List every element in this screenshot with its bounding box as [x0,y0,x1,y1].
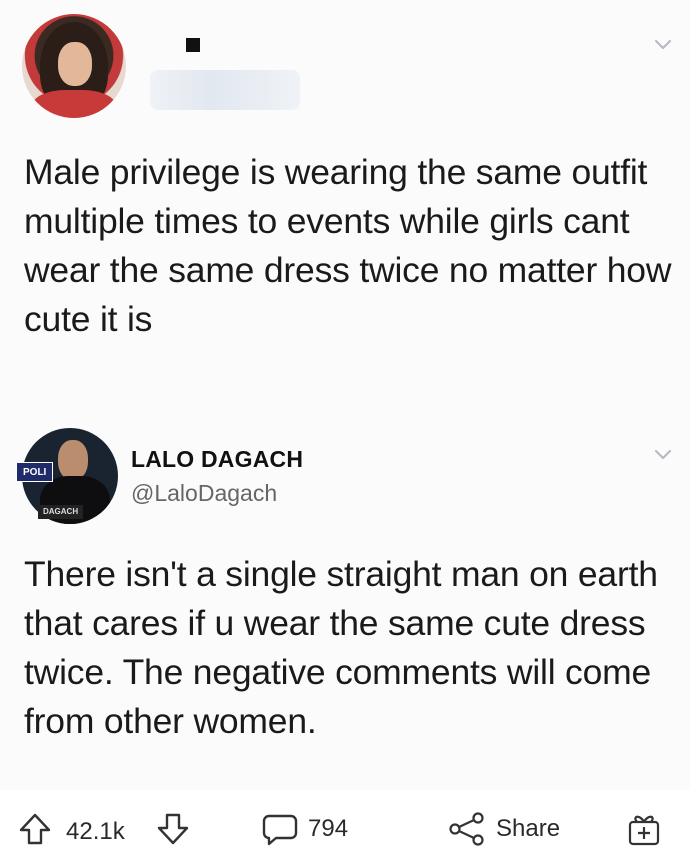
share-button[interactable]: Share [448,812,560,846]
author-name[interactable]: LALO DAGACH [131,446,303,473]
tweet-text: There isn't a single straight man on ear… [24,554,658,741]
comment-bubble-icon [262,812,298,846]
comments-button[interactable]: 794 [262,812,348,846]
avatar [22,14,126,118]
gift-award-icon [626,811,662,847]
arrow-down-icon [156,812,190,846]
avatar-badge: POLI [16,462,54,482]
redacted-name-mark [186,38,200,52]
post-action-bar: 42.1k 794 Share [0,790,690,866]
chevron-down-icon[interactable] [652,443,674,465]
tweet-text: Male privilege is wearing the same outfi… [24,152,672,339]
author-handle[interactable]: @LaloDagach [131,480,277,507]
reply-tweet: LALO DAGACH @LaloDagach There isn't a si… [0,410,690,790]
chevron-down-icon[interactable] [652,33,674,55]
share-icon [448,812,486,846]
avatar-badge: DAGACH [38,505,84,519]
blurred-username [150,70,300,110]
arrow-up-icon [18,812,52,846]
share-label: Share [496,815,561,842]
upvote-button[interactable] [18,812,52,846]
post-image: Male privilege is wearing the same outfi… [0,0,690,790]
original-tweet: Male privilege is wearing the same outfi… [0,0,690,410]
downvote-button[interactable] [156,812,190,846]
vote-score: 42.1k [66,818,125,845]
comments-count: 794 [308,815,349,842]
award-button[interactable] [626,812,662,846]
